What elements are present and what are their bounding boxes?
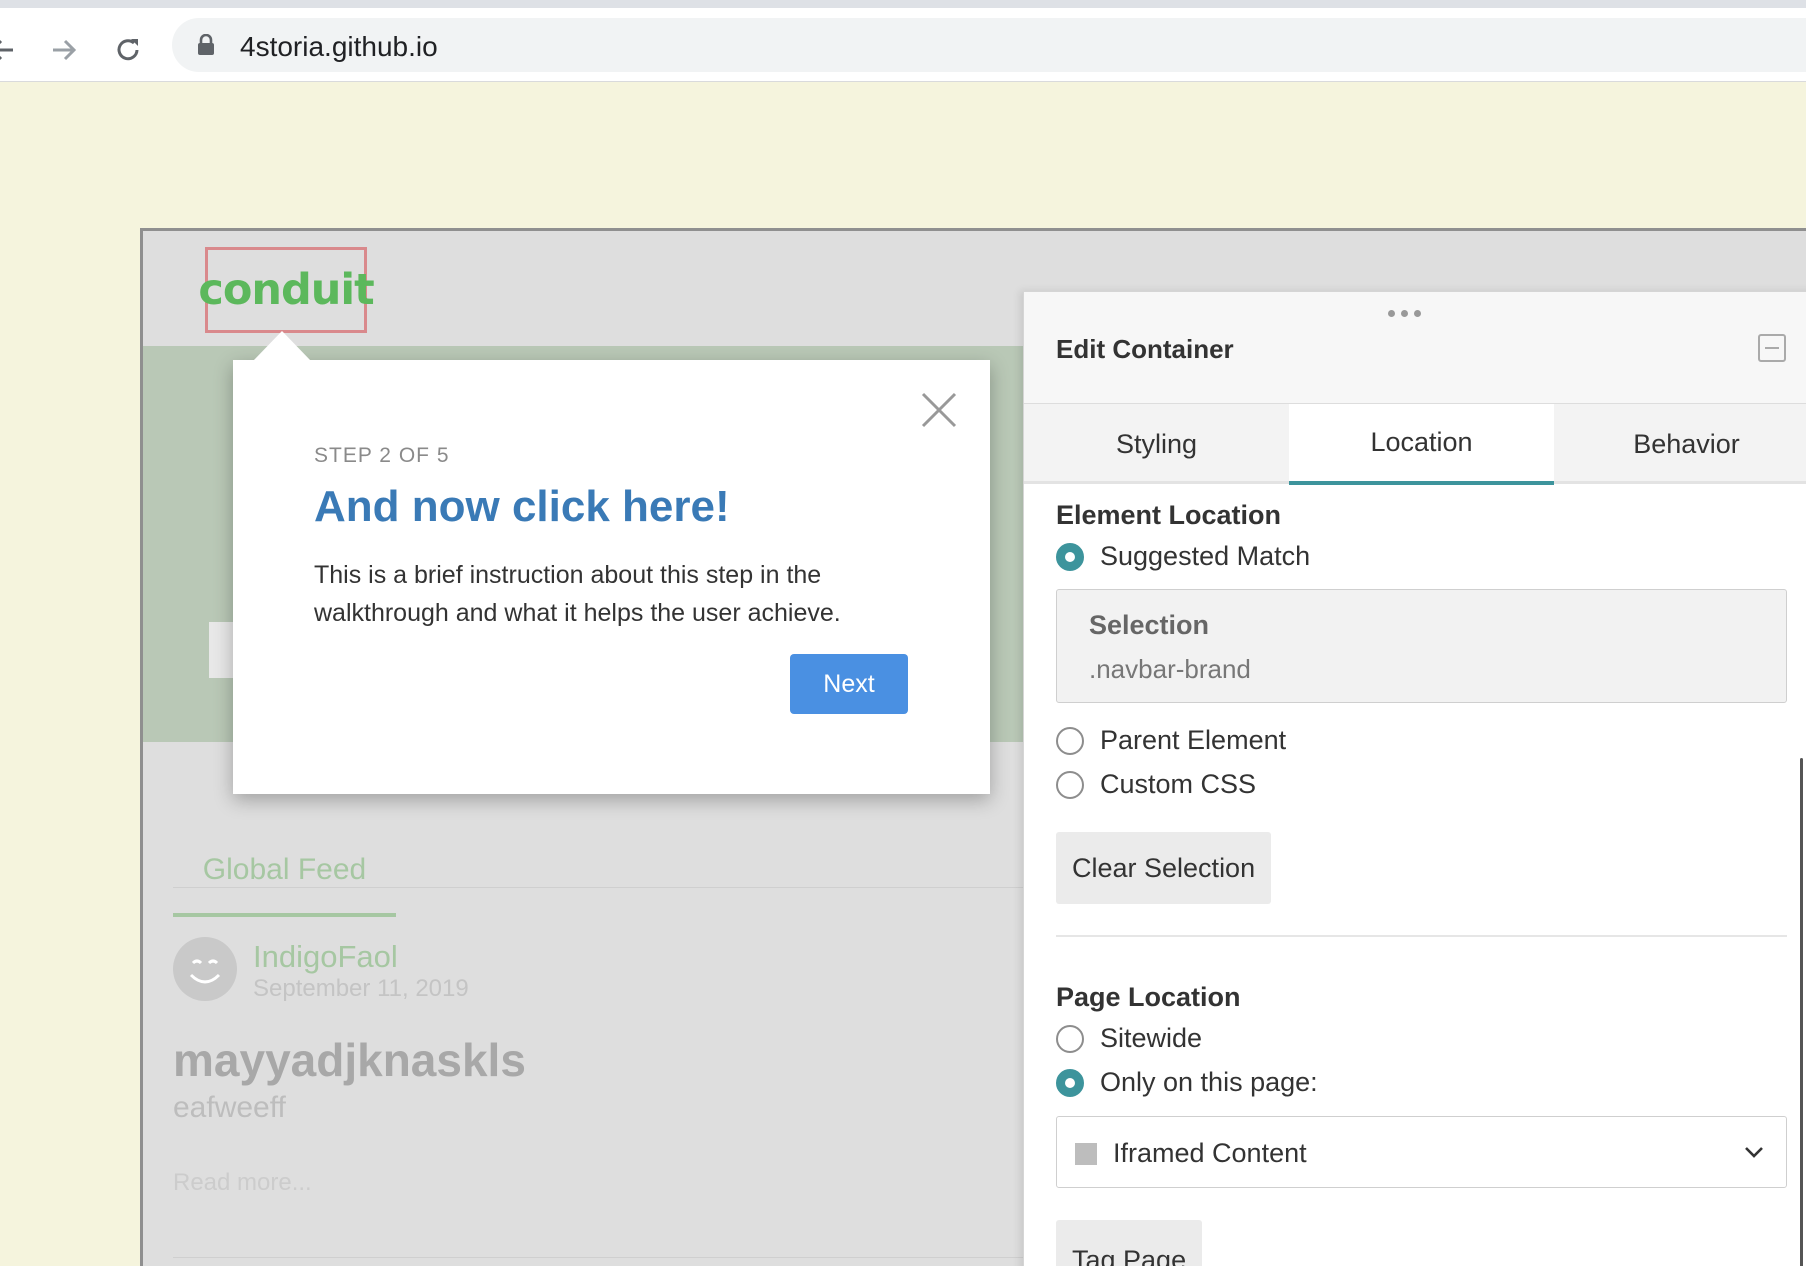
selection-value: .navbar-brand xyxy=(1089,654,1251,684)
article-title[interactable]: mayyadjknaskls xyxy=(173,1033,526,1087)
forward-button[interactable] xyxy=(44,30,84,70)
navbar-brand[interactable]: conduit xyxy=(198,247,375,333)
selection-label: Selection xyxy=(1089,610,1210,640)
edit-container-panel: Edit Container Styling Location Behavior… xyxy=(1023,291,1806,1266)
radio-selected-icon xyxy=(1056,1068,1084,1097)
chevron-down-icon xyxy=(1745,1147,1763,1158)
popup-caret xyxy=(253,331,311,361)
tab-behavior[interactable]: Behavior xyxy=(1554,404,1806,484)
walkthrough-popup: STEP 2 OF 5 And now click here! This is … xyxy=(233,331,990,794)
next-button[interactable]: Next xyxy=(790,654,908,714)
panel-tabs: Styling Location Behavior xyxy=(1024,404,1806,485)
popup-body: This is a brief instruction about this s… xyxy=(314,561,841,627)
minimize-icon[interactable] xyxy=(1758,334,1786,362)
radio-selected-icon xyxy=(1056,542,1084,571)
article-description: eafweeff xyxy=(173,1091,286,1124)
tab-location[interactable]: Location xyxy=(1289,404,1554,485)
page-select[interactable]: Iframed Content xyxy=(1056,1116,1787,1188)
browser-tab-strip xyxy=(0,0,1806,8)
radio-label: Only on this page: xyxy=(1100,1067,1318,1097)
radio-label: Custom CSS xyxy=(1100,769,1257,799)
radio-label: Suggested Match xyxy=(1100,541,1311,571)
radio-suggested-match[interactable]: Suggested Match xyxy=(1056,541,1310,572)
reload-icon xyxy=(117,39,139,61)
radio-custom-css[interactable]: Custom CSS xyxy=(1056,769,1256,800)
radio-sitewide[interactable]: Sitewide xyxy=(1056,1023,1202,1054)
panel-title: Edit Container xyxy=(1056,334,1234,364)
close-icon xyxy=(921,392,957,428)
radio-parent-element[interactable]: Parent Element xyxy=(1056,725,1286,756)
radio-label: Parent Element xyxy=(1100,725,1287,755)
article-author[interactable]: IndigoFaol xyxy=(253,939,398,975)
section-divider xyxy=(1056,935,1787,937)
smiley-icon xyxy=(189,959,221,984)
tab-styling[interactable]: Styling xyxy=(1024,404,1289,484)
radio-label: Sitewide xyxy=(1100,1023,1203,1053)
page-location-title: Page Location xyxy=(1056,982,1241,1012)
drag-handle-icon[interactable] xyxy=(1388,310,1421,317)
reload-button[interactable] xyxy=(108,30,148,70)
arrow-right-icon xyxy=(53,39,77,61)
browser-toolbar: 4storia.github.io xyxy=(0,8,1806,82)
address-bar[interactable]: 4storia.github.io xyxy=(172,18,1806,72)
radio-only-this-page[interactable]: Only on this page: xyxy=(1056,1067,1318,1098)
radio-unselected-icon xyxy=(1056,726,1084,755)
close-button[interactable] xyxy=(919,390,959,430)
url-text: 4storia.github.io xyxy=(240,31,438,62)
selection-box: Selection .navbar-brand xyxy=(1056,589,1787,703)
scrollbar[interactable] xyxy=(1800,758,1803,1266)
tab-global-feed-label: Global Feed xyxy=(202,853,367,886)
clear-selection-button[interactable]: Clear Selection xyxy=(1056,832,1272,904)
arrow-left-icon xyxy=(0,40,13,60)
panel-header: Edit Container xyxy=(1024,292,1806,404)
element-location-title: Element Location xyxy=(1056,500,1282,530)
step-indicator: STEP 2 OF 5 xyxy=(314,444,450,467)
radio-unselected-icon xyxy=(1056,1024,1084,1053)
article-date: September 11, 2019 xyxy=(253,975,469,1002)
popup-title: And now click here! xyxy=(314,482,730,531)
back-button[interactable] xyxy=(0,30,22,70)
page-color-swatch xyxy=(1075,1143,1097,1165)
tab-global-feed[interactable]: Global Feed xyxy=(173,827,396,917)
brand-logo-text: conduit xyxy=(198,265,374,315)
radio-unselected-icon xyxy=(1056,770,1084,799)
page-select-value: Iframed Content xyxy=(1113,1138,1307,1168)
avatar[interactable] xyxy=(173,937,237,1001)
read-more-link[interactable]: Read more... xyxy=(173,1169,312,1197)
tag-page-button[interactable]: Tag Page xyxy=(1056,1220,1203,1266)
lock-icon xyxy=(198,34,214,55)
